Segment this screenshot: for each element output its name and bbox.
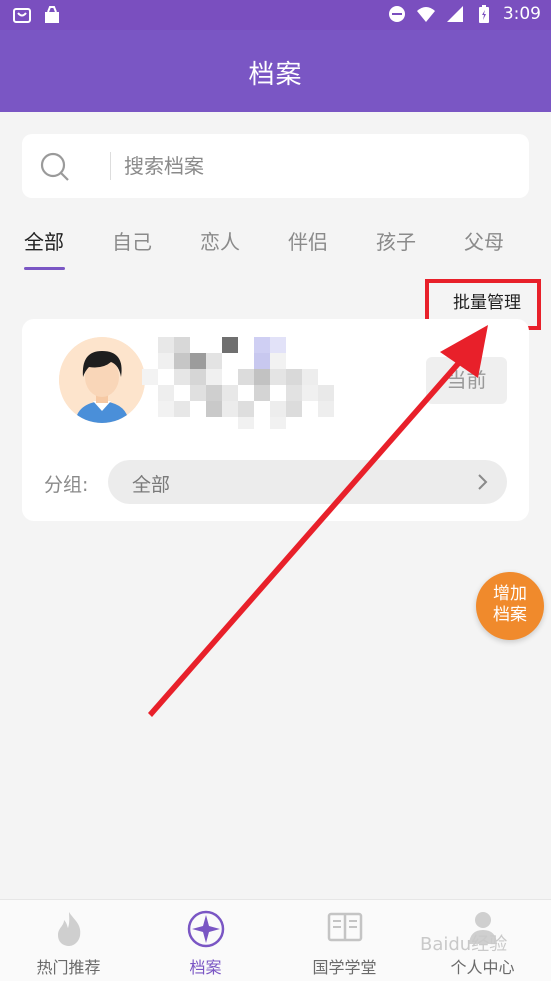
batch-manage-button[interactable]: 批量管理 bbox=[453, 288, 521, 313]
status-time: 3:09 bbox=[502, 4, 541, 24]
bag-icon bbox=[45, 6, 59, 23]
category-tabs: 全部 自己 恋人 伴侣 孩子 父母 bbox=[0, 222, 551, 272]
shop-icon bbox=[13, 8, 31, 23]
group-select[interactable]: 全部 bbox=[108, 460, 507, 504]
nav-guoxue-label: 国学学堂 bbox=[312, 958, 377, 977]
avatar-boy-icon bbox=[59, 337, 145, 423]
battery-icon bbox=[478, 5, 489, 23]
tab-all[interactable]: 全部 bbox=[24, 226, 64, 255]
avatar bbox=[59, 337, 145, 423]
watermark: Baidu经验 bbox=[420, 934, 508, 955]
compass-icon bbox=[187, 910, 224, 948]
group-label: 分组: bbox=[44, 474, 89, 496]
chevron-right-icon bbox=[478, 474, 488, 490]
group-select-value: 全部 bbox=[132, 474, 171, 496]
nav-profile-label: 个人中心 bbox=[450, 958, 515, 977]
tab-lover[interactable]: 恋人 bbox=[200, 226, 240, 255]
nav-guoxue[interactable]: 国学学堂 bbox=[276, 900, 413, 981]
status-bar: 3:09 bbox=[0, 0, 551, 30]
add-profile-line1: 增加 bbox=[493, 584, 527, 604]
book-icon bbox=[327, 912, 362, 942]
search-bar[interactable] bbox=[22, 134, 529, 198]
search-input[interactable] bbox=[124, 148, 504, 184]
tab-parents[interactable]: 父母 bbox=[464, 226, 504, 255]
current-profile-button[interactable]: 当前 bbox=[426, 357, 507, 404]
add-profile-button[interactable]: 增加 档案 bbox=[476, 572, 544, 640]
wifi-icon bbox=[416, 7, 435, 22]
tab-active-indicator bbox=[24, 267, 65, 270]
tab-partner[interactable]: 伴侣 bbox=[288, 226, 328, 255]
profile-card[interactable]: 当前 分组: 全部 bbox=[22, 319, 529, 521]
search-icon bbox=[40, 152, 69, 181]
flame-icon bbox=[57, 912, 80, 946]
search-divider bbox=[110, 152, 111, 180]
nav-hot-recommend[interactable]: 热门推荐 bbox=[0, 900, 137, 981]
tab-children[interactable]: 孩子 bbox=[376, 226, 416, 255]
nav-archive-label: 档案 bbox=[189, 958, 222, 977]
tab-self[interactable]: 自己 bbox=[112, 226, 152, 255]
app-header: 档案 bbox=[0, 30, 551, 112]
signal-icon bbox=[446, 6, 463, 22]
page-title: 档案 bbox=[248, 60, 303, 90]
dnd-icon bbox=[388, 6, 405, 22]
nav-hot-recommend-label: 热门推荐 bbox=[36, 958, 101, 977]
nav-archive[interactable]: 档案 bbox=[137, 900, 274, 981]
add-profile-line2: 档案 bbox=[493, 605, 527, 625]
